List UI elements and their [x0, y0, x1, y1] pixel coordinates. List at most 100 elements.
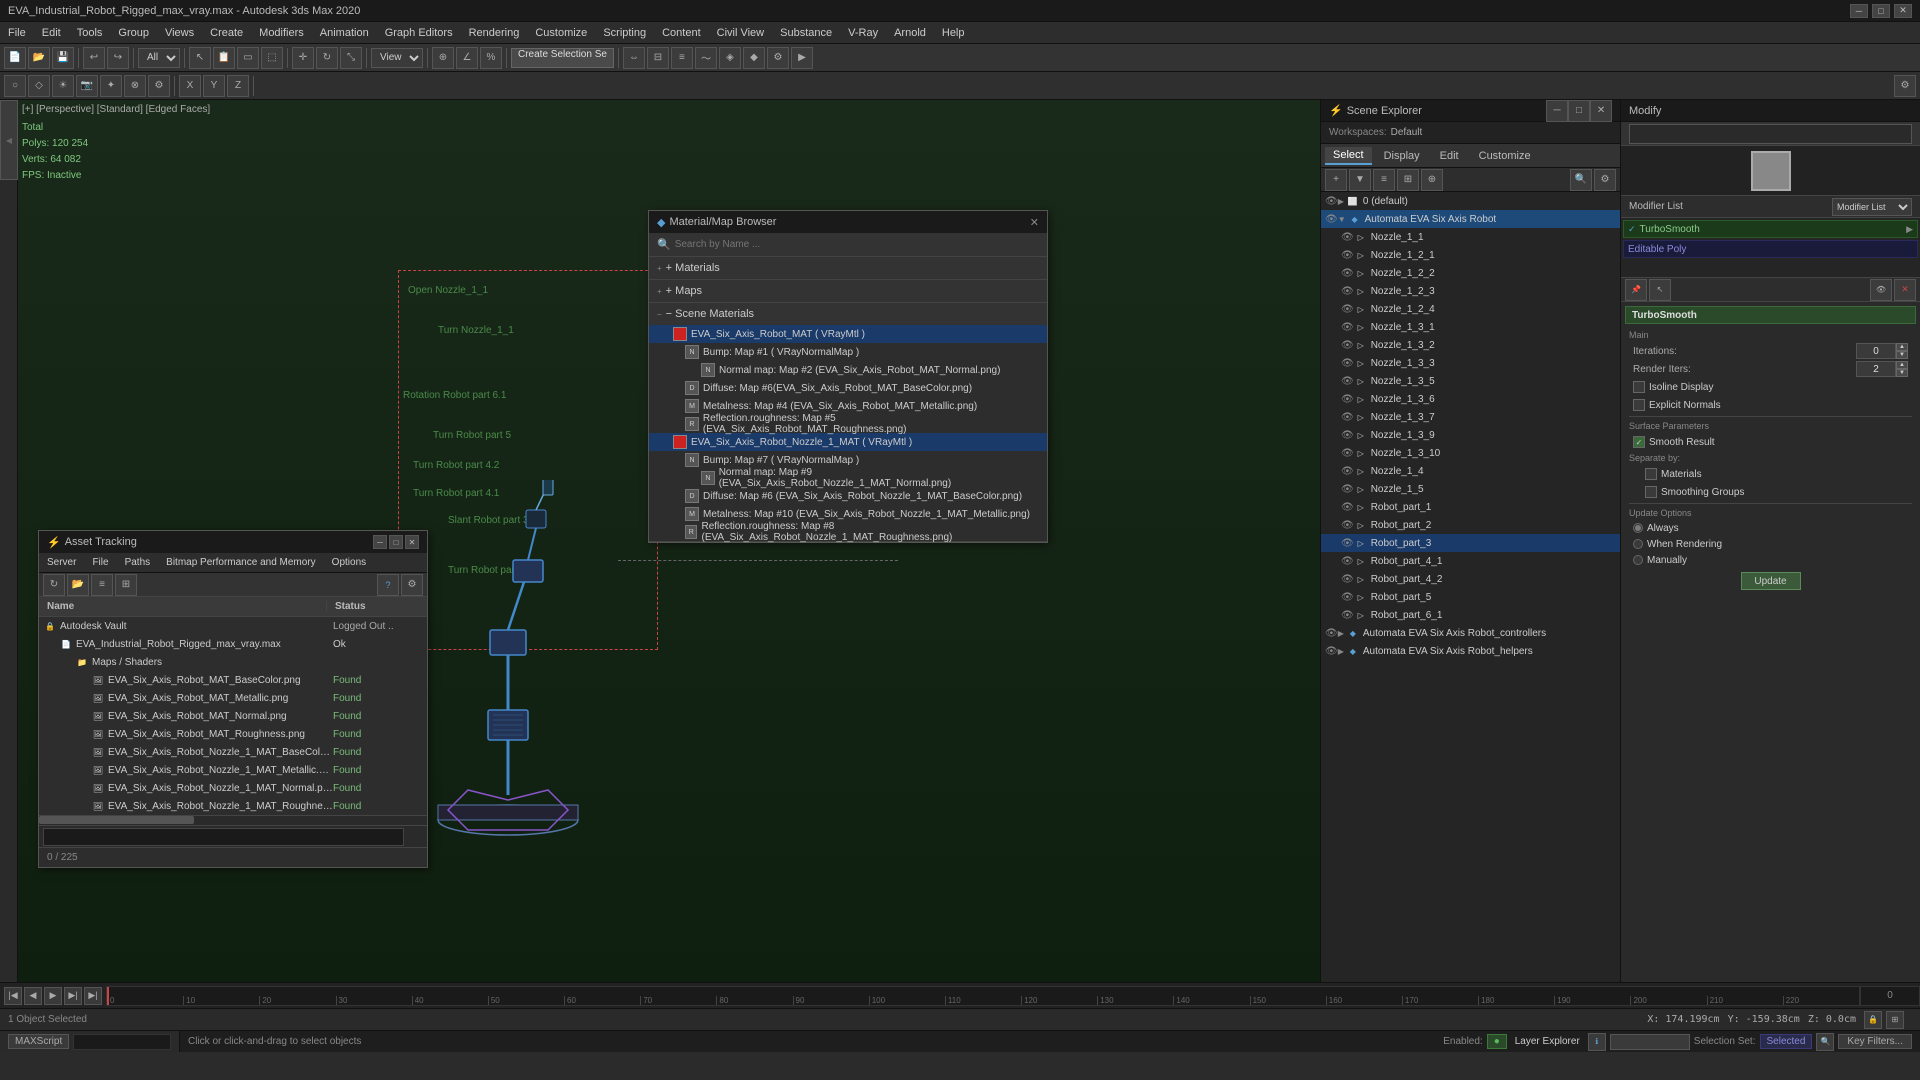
- se-filter-btn[interactable]: ▼: [1349, 169, 1371, 191]
- render-setup-button[interactable]: ⚙: [767, 47, 789, 69]
- at-minimize-button[interactable]: ─: [373, 535, 387, 549]
- menu-tools[interactable]: Tools: [69, 25, 111, 41]
- layer-item-nozzle137[interactable]: 👁 ▷ Nozzle_1_3_7: [1321, 408, 1620, 426]
- explicit-normals-checkbox[interactable]: [1633, 399, 1645, 411]
- se-grid-btn[interactable]: ⊞: [1397, 169, 1419, 191]
- render-button[interactable]: ▶: [791, 47, 813, 69]
- playhead[interactable]: [107, 987, 109, 1005]
- update-button[interactable]: Update: [1741, 572, 1801, 590]
- mat-item-robot-mat[interactable]: EVA_Six_Axis_Robot_MAT ( VRayMtl ): [649, 325, 1047, 343]
- se-list-btn[interactable]: ≡: [1373, 169, 1395, 191]
- se-settings-btn[interactable]: ⚙: [1594, 169, 1616, 191]
- layer-item-nozzle14[interactable]: 👁 ▷ Nozzle_1_4: [1321, 462, 1620, 480]
- maxscript-button[interactable]: MAXScript: [8, 1034, 69, 1049]
- window-crossing-button[interactable]: ⬚: [261, 47, 283, 69]
- manually-radio[interactable]: [1633, 555, 1643, 565]
- curve-editor-button[interactable]: 〜: [695, 47, 717, 69]
- maximize-button[interactable]: □: [1872, 4, 1890, 18]
- at-close-button[interactable]: ✕: [405, 535, 419, 549]
- se-tab-select[interactable]: Select: [1325, 147, 1372, 165]
- layer-item-nozzle11[interactable]: 👁 ▷ Nozzle_1_1: [1321, 228, 1620, 246]
- layer-item-nozzle136[interactable]: 👁 ▷ Nozzle_1_3_6: [1321, 390, 1620, 408]
- at-item-normal[interactable]: 🖼 EVA_Six_Axis_Robot_MAT_Normal.png Foun…: [39, 707, 427, 725]
- menu-scripting[interactable]: Scripting: [595, 25, 654, 41]
- menu-group[interactable]: Group: [110, 25, 157, 41]
- at-menu-options[interactable]: Options: [324, 555, 374, 570]
- menu-customize[interactable]: Customize: [527, 25, 595, 41]
- mod-show-btn[interactable]: 👁: [1870, 279, 1892, 301]
- menu-edit[interactable]: Edit: [34, 25, 69, 41]
- render-iters-up-button[interactable]: ▲: [1896, 361, 1908, 369]
- mat-search-input[interactable]: [675, 239, 1039, 250]
- timeline[interactable]: 0 10 20 30 40 50 60 70 80 90 100 110 120…: [106, 986, 1860, 1006]
- at-grid-btn[interactable]: ⊞: [115, 574, 137, 596]
- layer-item-nozzle131[interactable]: 👁 ▷ Nozzle_1_3_1: [1321, 318, 1620, 336]
- mat-item-roughness-mat[interactable]: R Reflection.roughness: Map #5 (EVA_Six_…: [649, 415, 1047, 433]
- at-title-bar[interactable]: ⚡ Asset Tracking ─ □ ✕: [39, 531, 427, 553]
- mat-materials-header[interactable]: + + Materials: [649, 257, 1047, 279]
- always-radio[interactable]: [1633, 523, 1643, 533]
- modifier-edpoly[interactable]: Editable Poly: [1623, 240, 1918, 258]
- layer-item-nozzle1310[interactable]: 👁 ▷ Nozzle_1_3_10: [1321, 444, 1620, 462]
- frame-display[interactable]: 0: [1860, 986, 1920, 1006]
- go-start-button[interactable]: |◀: [4, 987, 22, 1005]
- menu-arnold[interactable]: Arnold: [886, 25, 934, 41]
- at-item-main-file[interactable]: 📄 EVA_Industrial_Robot_Rigged_max_vray.m…: [39, 635, 427, 653]
- se-search-icon[interactable]: 🔍: [1570, 169, 1592, 191]
- at-help-btn[interactable]: ?: [377, 574, 399, 596]
- se-tab-edit[interactable]: Edit: [1432, 148, 1467, 164]
- menu-views[interactable]: Views: [157, 25, 202, 41]
- layer-explorer-info-button[interactable]: ℹ: [1588, 1033, 1606, 1051]
- rotate-button[interactable]: ↻: [316, 47, 338, 69]
- layer-item-nozzle132[interactable]: 👁 ▷ Nozzle_1_3_2: [1321, 336, 1620, 354]
- shape-button[interactable]: ◇: [28, 75, 50, 97]
- at-item-nozzle-metallic[interactable]: 🖼 EVA_Six_Axis_Robot_Nozzle_1_MAT_Metall…: [39, 761, 427, 779]
- smooth-result-checkbox[interactable]: ✓: [1633, 436, 1645, 448]
- space-warp-button[interactable]: ⊗: [124, 75, 146, 97]
- se-tab-customize[interactable]: Customize: [1471, 148, 1539, 164]
- materials-checkbox[interactable]: [1645, 468, 1657, 480]
- se-tab-display[interactable]: Display: [1376, 148, 1428, 164]
- at-item-nozzle-roughness[interactable]: 🖼 EVA_Six_Axis_Robot_Nozzle_1_MAT_Roughn…: [39, 797, 427, 815]
- select-name-button[interactable]: 📋: [213, 47, 235, 69]
- at-item-basecol[interactable]: 🖼 EVA_Six_Axis_Robot_MAT_BaseColor.png F…: [39, 671, 427, 689]
- at-menu-bitmap[interactable]: Bitmap Performance and Memory: [158, 555, 324, 570]
- at-settings-btn[interactable]: ⚙: [401, 574, 423, 596]
- grid-button[interactable]: ⊞: [1886, 1011, 1904, 1029]
- se-maximize-button[interactable]: □: [1568, 100, 1590, 122]
- select-region-button[interactable]: ▭: [237, 47, 259, 69]
- layer-item-nozzle133[interactable]: 👁 ▷ Nozzle_1_3_3: [1321, 354, 1620, 372]
- layer-item-rpart61[interactable]: 👁 ▷ Robot_part_6_1: [1321, 606, 1620, 624]
- isoline-checkbox[interactable]: [1633, 381, 1645, 393]
- at-item-vault[interactable]: 🔒 Autodesk Vault Logged Out ..: [39, 617, 427, 635]
- at-menu-file[interactable]: File: [84, 555, 116, 570]
- at-browse-btn[interactable]: 📂: [67, 574, 89, 596]
- at-item-nozzle-basecol[interactable]: 🖼 EVA_Six_Axis_Robot_Nozzle_1_MAT_BaseCo…: [39, 743, 427, 761]
- layer-item-rpart1[interactable]: 👁 ▷ Robot_part_1: [1321, 498, 1620, 516]
- redo-button[interactable]: ↪: [107, 47, 129, 69]
- mat-item-nozzle-normal9[interactable]: N Normal map: Map #9 (EVA_Six_Axis_Robot…: [649, 469, 1047, 487]
- open-button[interactable]: 📂: [28, 47, 50, 69]
- layer-item-default[interactable]: 👁 ▶ ⬜ 0 (default): [1321, 192, 1620, 210]
- menu-content[interactable]: Content: [654, 25, 709, 41]
- mod-pin-btn[interactable]: 📌: [1625, 279, 1647, 301]
- render-iters-input[interactable]: [1856, 361, 1896, 377]
- at-search-input[interactable]: [43, 828, 404, 846]
- settings-btn[interactable]: ⚙: [1894, 75, 1916, 97]
- layer-item-nozzle124[interactable]: 👁 ▷ Nozzle_1_2_4: [1321, 300, 1620, 318]
- prev-frame-button[interactable]: ◀: [24, 987, 42, 1005]
- menu-civil-view[interactable]: Civil View: [709, 25, 772, 41]
- menu-help[interactable]: Help: [934, 25, 973, 41]
- viewport[interactable]: [+] [Perspective] [Standard] [Edged Face…: [18, 100, 1320, 982]
- layer-item-rpart5[interactable]: 👁 ▷ Robot_part_5: [1321, 588, 1620, 606]
- angle-snap-button[interactable]: ∠: [456, 47, 478, 69]
- next-frame-button[interactable]: ▶|: [64, 987, 82, 1005]
- layer-item-rpart3[interactable]: 👁 ▷ Robot_part_3: [1321, 534, 1620, 552]
- snap-3d-button[interactable]: ⊕: [432, 47, 454, 69]
- minimize-button[interactable]: ─: [1850, 4, 1868, 18]
- iterations-down-button[interactable]: ▼: [1896, 351, 1908, 359]
- layer-item-nozzle15[interactable]: 👁 ▷ Nozzle_1_5: [1321, 480, 1620, 498]
- iterations-input[interactable]: [1856, 343, 1896, 359]
- se-expand-btn[interactable]: ⊕: [1421, 169, 1443, 191]
- render-iters-down-button[interactable]: ▼: [1896, 369, 1908, 377]
